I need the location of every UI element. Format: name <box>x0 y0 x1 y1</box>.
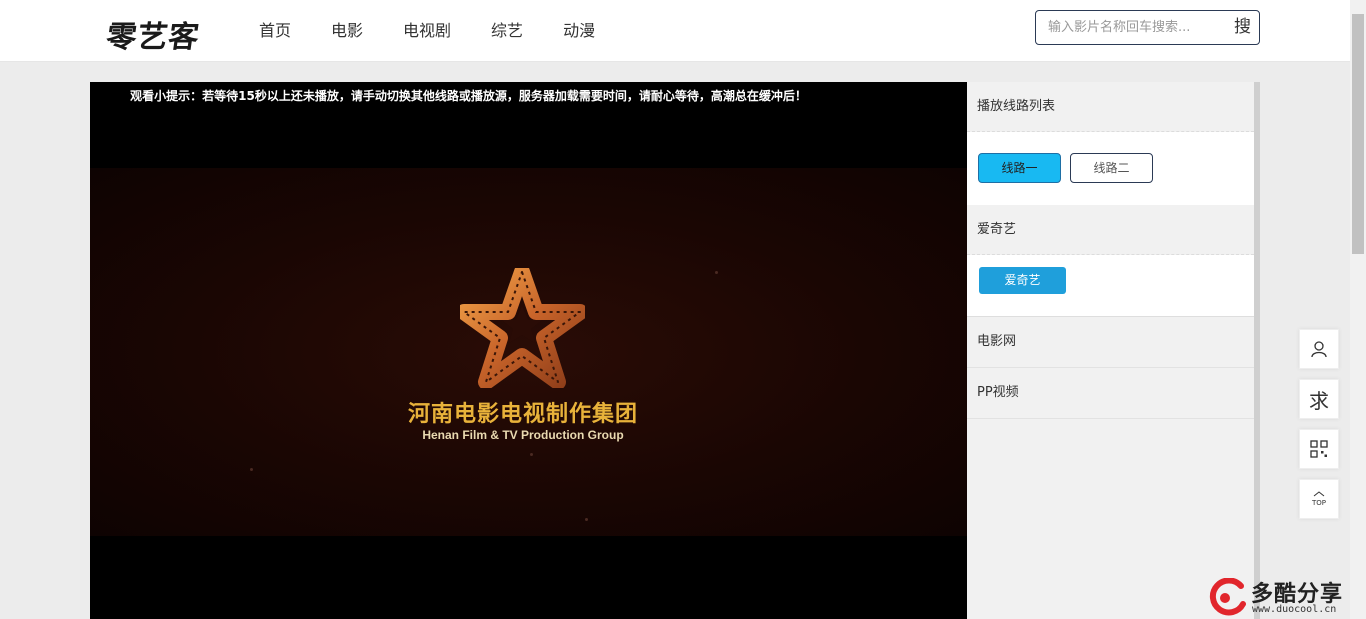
search-box: 搜 <box>1035 10 1260 45</box>
studio-name-cn: 河南电影电视制作集团 <box>407 402 638 427</box>
nav-home[interactable]: 首页 <box>259 20 291 42</box>
studio-name-en: Henan Film & TV Production Group <box>422 428 624 442</box>
star-film-logo <box>460 268 585 388</box>
video-player[interactable]: 观看小提示：若等待15秒以上还未播放，请手动切换其他线路或播放源，服务器加载需要… <box>90 82 967 619</box>
nav-variety[interactable]: 综艺 <box>491 20 523 42</box>
line-list-title: 播放线路列表 <box>967 82 1254 132</box>
particle <box>530 453 533 456</box>
line-1-button[interactable]: 线路一 <box>978 153 1061 183</box>
player-tip: 观看小提示：若等待15秒以上还未播放，请手动切换其他线路或播放源，服务器加载需要… <box>130 89 807 103</box>
source-pptv[interactable]: PP视频 <box>967 368 1254 419</box>
qrcode-icon <box>1310 440 1328 458</box>
watermark-logo <box>1209 578 1246 616</box>
user-icon <box>1311 341 1327 358</box>
search-input[interactable] <box>1036 11 1221 44</box>
source-iqiyi-title: 爱奇艺 <box>967 205 1254 255</box>
user-button[interactable] <box>1299 329 1339 369</box>
particle <box>250 468 253 471</box>
site-logo[interactable]: 零艺客 <box>104 12 203 56</box>
line-2-button[interactable]: 线路二 <box>1070 153 1153 183</box>
main-nav: 首页 电影 电视剧 综艺 动漫 <box>259 20 635 42</box>
arrow-up-icon <box>1313 491 1325 497</box>
page-scrollbar-thumb[interactable] <box>1352 14 1364 254</box>
qrcode-button[interactable] <box>1299 429 1339 469</box>
nav-tv-series[interactable]: 电视剧 <box>403 20 451 42</box>
nav-anime[interactable]: 动漫 <box>563 20 595 42</box>
watermark-url: www.duocool.cn <box>1252 604 1337 615</box>
source-iqiyi-list: 爱奇艺 <box>967 255 1254 317</box>
top-label: TOP <box>1311 499 1326 507</box>
particle <box>585 518 588 521</box>
search-button[interactable]: 搜 <box>1234 16 1251 38</box>
header: 零艺客 首页 电影 电视剧 综艺 动漫 搜 <box>0 0 1350 62</box>
video-frame[interactable]: 河南电影电视制作集团 Henan Film & TV Production Gr… <box>90 168 967 536</box>
line-list: 线路一 线路二 <box>967 132 1254 205</box>
request-label: 求 <box>1309 388 1329 413</box>
nav-movies[interactable]: 电影 <box>331 20 363 42</box>
particle <box>715 271 718 274</box>
source-m1905[interactable]: 电影网 <box>967 317 1254 368</box>
play-source-panel: 播放线路列表 线路一 线路二 爱奇艺 爱奇艺 电影网 PP视频 <box>967 82 1254 619</box>
back-to-top-button[interactable]: TOP <box>1299 479 1339 519</box>
panel-scrollbar[interactable] <box>1254 82 1260 619</box>
iqiyi-episode-button[interactable]: 爱奇艺 <box>979 267 1066 294</box>
request-button[interactable]: 求 <box>1299 379 1339 419</box>
